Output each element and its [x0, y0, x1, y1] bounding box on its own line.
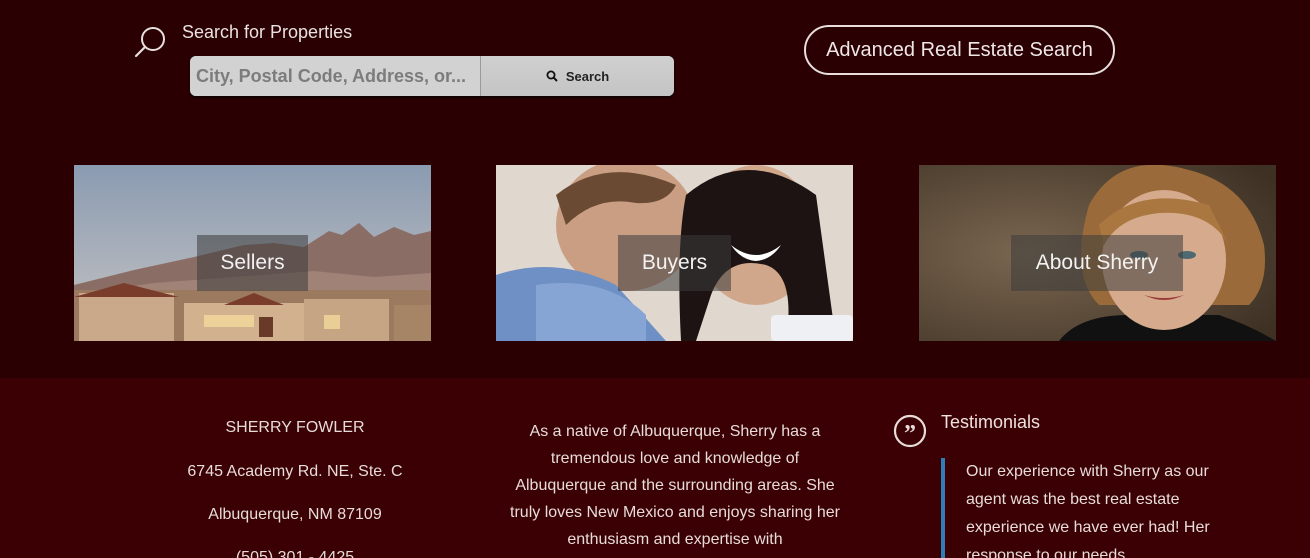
testimonial-quote: Our experience with Sherry as our agent …: [941, 458, 1211, 558]
tile-label-buyers: Buyers: [618, 235, 731, 291]
svg-text:”: ”: [904, 421, 916, 447]
search-button-label: Search: [565, 68, 610, 84]
search-input[interactable]: [190, 56, 480, 96]
tile-about-sherry[interactable]: About Sherry: [919, 165, 1276, 341]
advanced-search-button[interactable]: Advanced Real Estate Search: [804, 25, 1115, 75]
phone-number[interactable]: (505) 301 - 4425: [150, 549, 440, 558]
search-button[interactable]: Search: [480, 56, 674, 96]
search-icon: [134, 27, 165, 58]
bio-text: As a native of Albuquerque, Sherry has a…: [510, 423, 840, 548]
street-address: 6745 Academy Rd. NE, Ste. C: [187, 463, 403, 480]
tile-sellers[interactable]: Sellers: [74, 165, 431, 341]
tile-buyers[interactable]: Buyers: [496, 165, 853, 341]
search-title: Search for Properties: [182, 22, 353, 42]
testimonials-title: Testimonials: [941, 412, 1041, 432]
agent-name: SHERRY FOWLER: [225, 419, 365, 436]
magnifier-icon: [546, 70, 558, 82]
quote-icon: ”: [893, 414, 927, 448]
tile-label-sellers: Sellers: [197, 235, 308, 291]
tile-label-about-sherry: About Sherry: [1011, 235, 1183, 291]
search-form: Search: [190, 56, 674, 96]
city-address: Albuquerque, NM 87109: [208, 506, 382, 523]
search-section: Search for Properties Search Advanced Re…: [0, 0, 1310, 378]
